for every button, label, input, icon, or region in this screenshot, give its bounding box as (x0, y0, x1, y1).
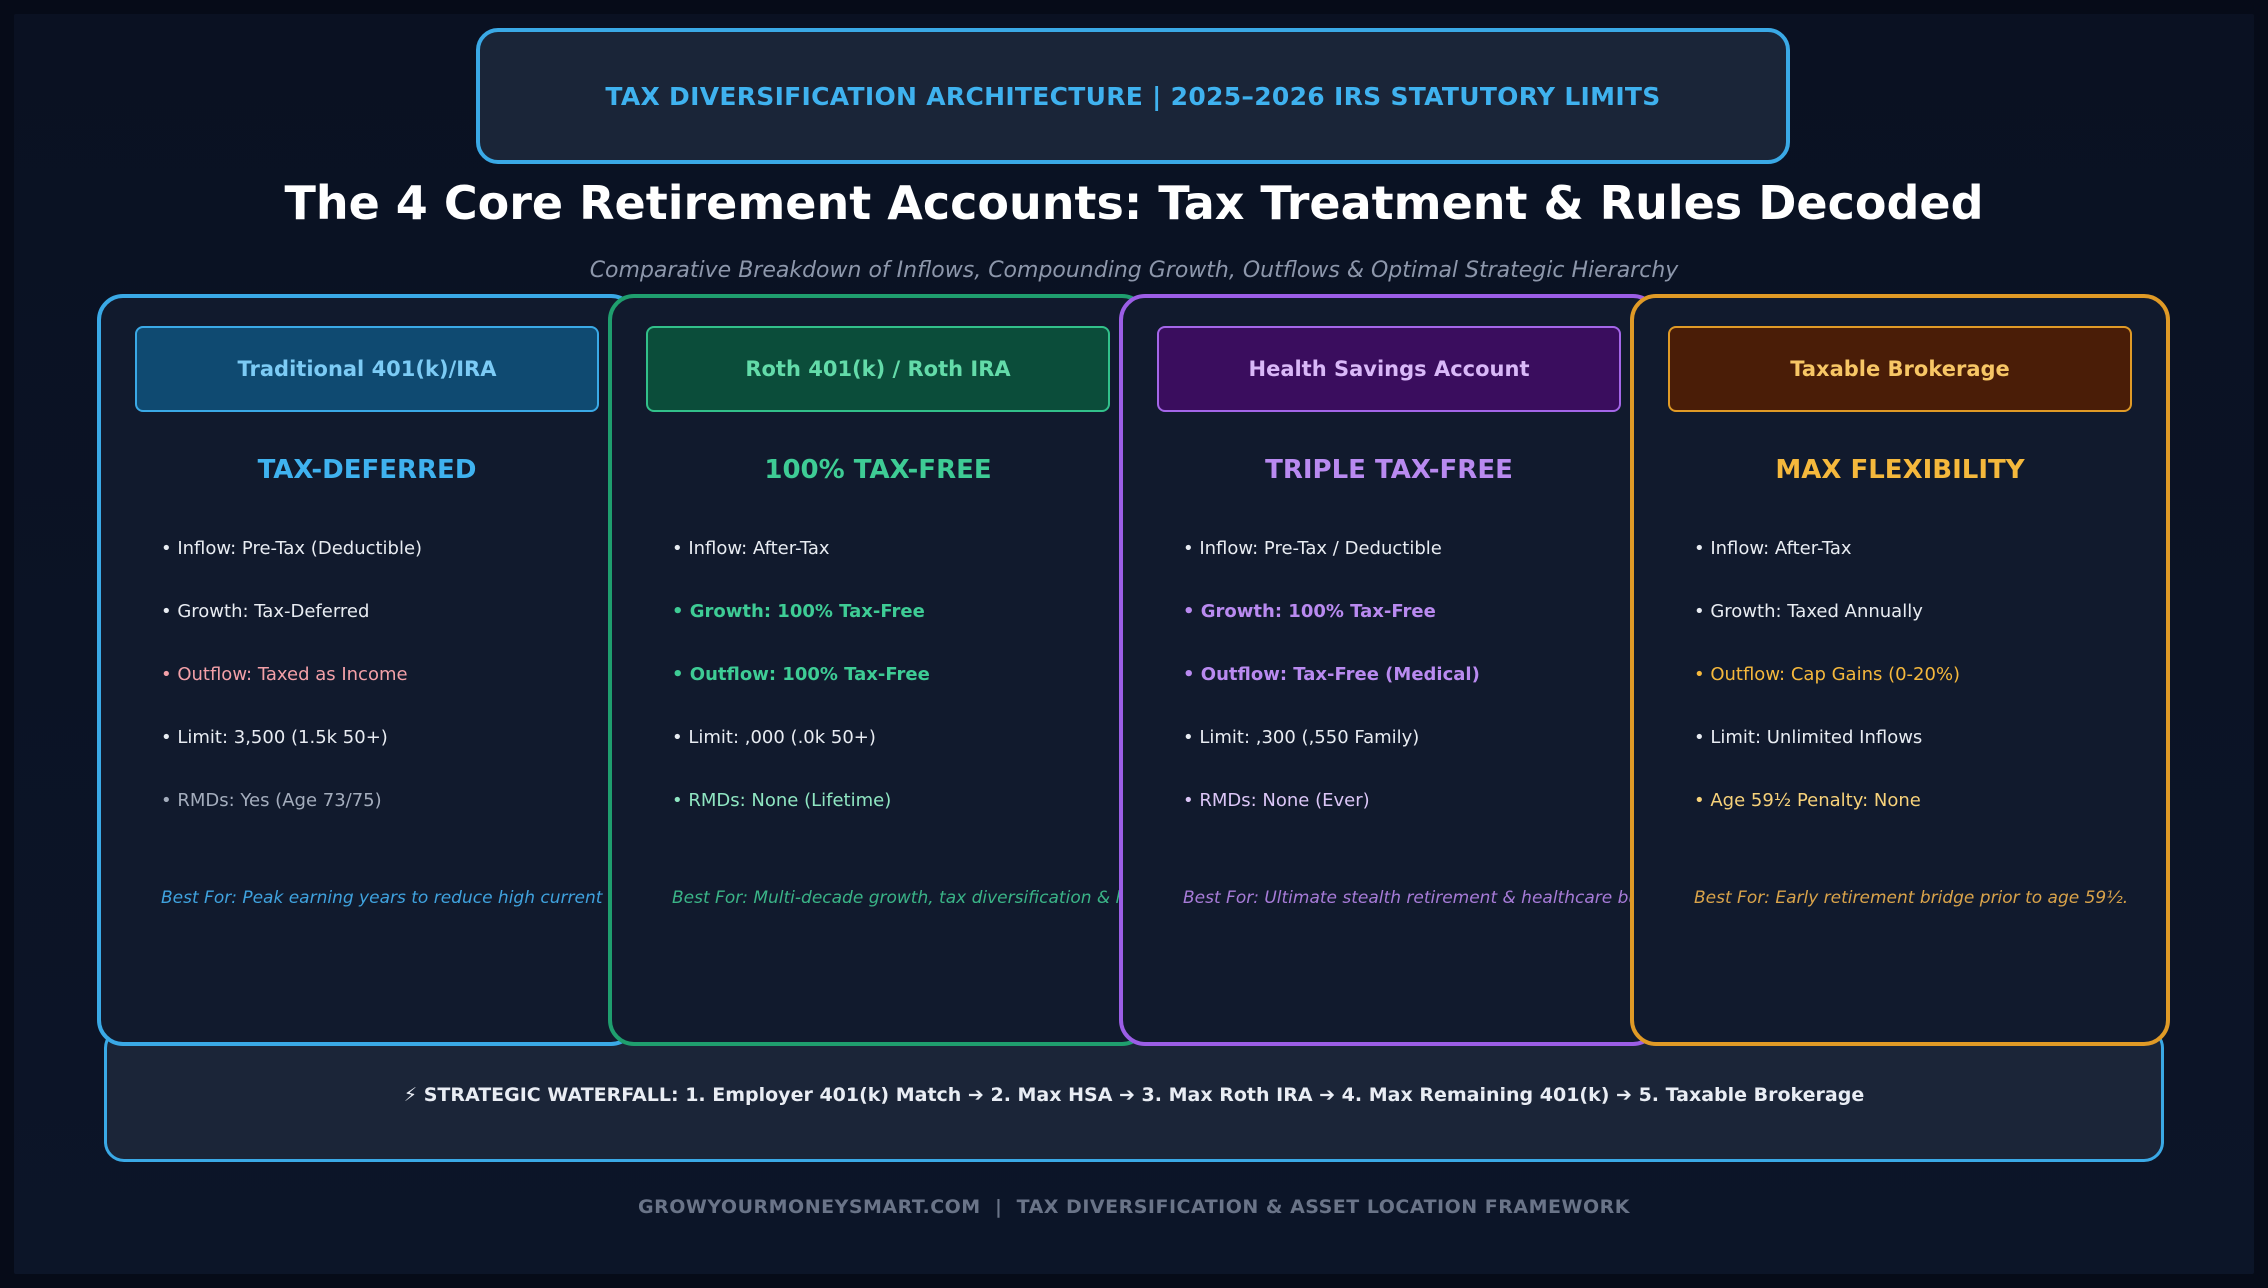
card-tax-tag: TRIPLE TAX-FREE (1265, 455, 1513, 485)
card-rule-row: • Limit: ,300 (,550 Family) (1183, 727, 1420, 748)
card-header: Health Savings Account (1157, 326, 1621, 412)
strategic-waterfall-panel: ⚡ STRATEGIC WATERFALL: 1. Employer 401(k… (104, 1028, 2164, 1162)
card-rule-row: • Outflow: Taxed as Income (161, 664, 408, 685)
card-best-for: Best For: Ultimate stealth retirement & … (1183, 888, 1673, 908)
account-card-taxable: Taxable Brokerage MAX FLEXIBILITY • Inflow… (1630, 294, 2170, 1046)
card-best-for: Best For: Early retirement bridge prior … (1694, 888, 2129, 908)
card-header: Traditional 401(k)/IRA (135, 326, 599, 412)
top-banner: TAX DIVERSIFICATION ARCHITECTURE | 2025–… (476, 28, 1790, 164)
card-rule-row: • Limit: 3,500 (1.5k 50+) (161, 727, 388, 748)
card-rule-row: • Growth: 100% Tax-Free (1183, 601, 1436, 622)
account-card-hsa: Health Savings Account TRIPLE TAX-FREE • I… (1119, 294, 1673, 1046)
card-best-for: Best For: Multi-decade growth, tax diver… (672, 888, 1163, 908)
card-rule-row: • RMDs: None (Lifetime) (672, 790, 892, 811)
card-rule-row: • Inflow: After-Tax (672, 538, 830, 559)
banner-text: TAX DIVERSIFICATION ARCHITECTURE | 2025–… (605, 81, 1661, 111)
card-header: Taxable Brokerage (1668, 326, 2132, 412)
page-subtitle: Comparative Breakdown of Inflows, Compou… (589, 258, 1679, 283)
card-rule-row: • Growth: Tax-Deferred (161, 601, 370, 622)
footer-text: GROWYOURMONEYSMART.COM | TAX DIVERSIFICA… (638, 1196, 1630, 1218)
card-rule-row: • Growth: Taxed Annually (1694, 601, 1923, 622)
card-rule-row: • Inflow: After-Tax (1694, 538, 1852, 559)
account-card-roth: Roth 401(k) / Roth IRA 100% TAX-FREE • Inf… (608, 294, 1163, 1046)
card-rule-row: • Growth: 100% Tax-Free (672, 601, 925, 622)
card-rule-row: • Outflow: Tax-Free (Medical) (1183, 664, 1480, 685)
card-rule-row: • RMDs: None (Ever) (1183, 790, 1370, 811)
card-tax-tag: 100% TAX-FREE (764, 455, 992, 485)
card-rule-row: • Inflow: Pre-Tax (Deductible) (161, 538, 423, 559)
card-rule-row: • Outflow: 100% Tax-Free (672, 664, 930, 685)
card-rule-row: • Age 59½ Penalty: None (1694, 790, 1921, 811)
card-header: Roth 401(k) / Roth IRA (646, 326, 1110, 412)
card-tax-tag: TAX-DEFERRED (257, 455, 477, 485)
card-rule-row: • Inflow: Pre-Tax / Deductible (1183, 538, 1442, 559)
card-rule-row: • RMDs: Yes (Age 73/75) (161, 790, 382, 811)
card-tax-tag: MAX FLEXIBILITY (1775, 455, 2025, 485)
card-rule-row: • Outflow: Cap Gains (0-20%) (1694, 664, 1961, 685)
card-rule-row: • Limit: ,000 (.0k 50+) (672, 727, 876, 748)
waterfall-text: ⚡ STRATEGIC WATERFALL: 1. Employer 401(k… (403, 1084, 1865, 1106)
page-title: The 4 Core Retirement Accounts: Tax Trea… (284, 176, 1984, 230)
card-rule-row: • Limit: Unlimited Inflows (1694, 727, 1923, 748)
account-card-traditional: Traditional 401(k)/IRA TAX-DEFERRED • Infl… (97, 294, 719, 1046)
